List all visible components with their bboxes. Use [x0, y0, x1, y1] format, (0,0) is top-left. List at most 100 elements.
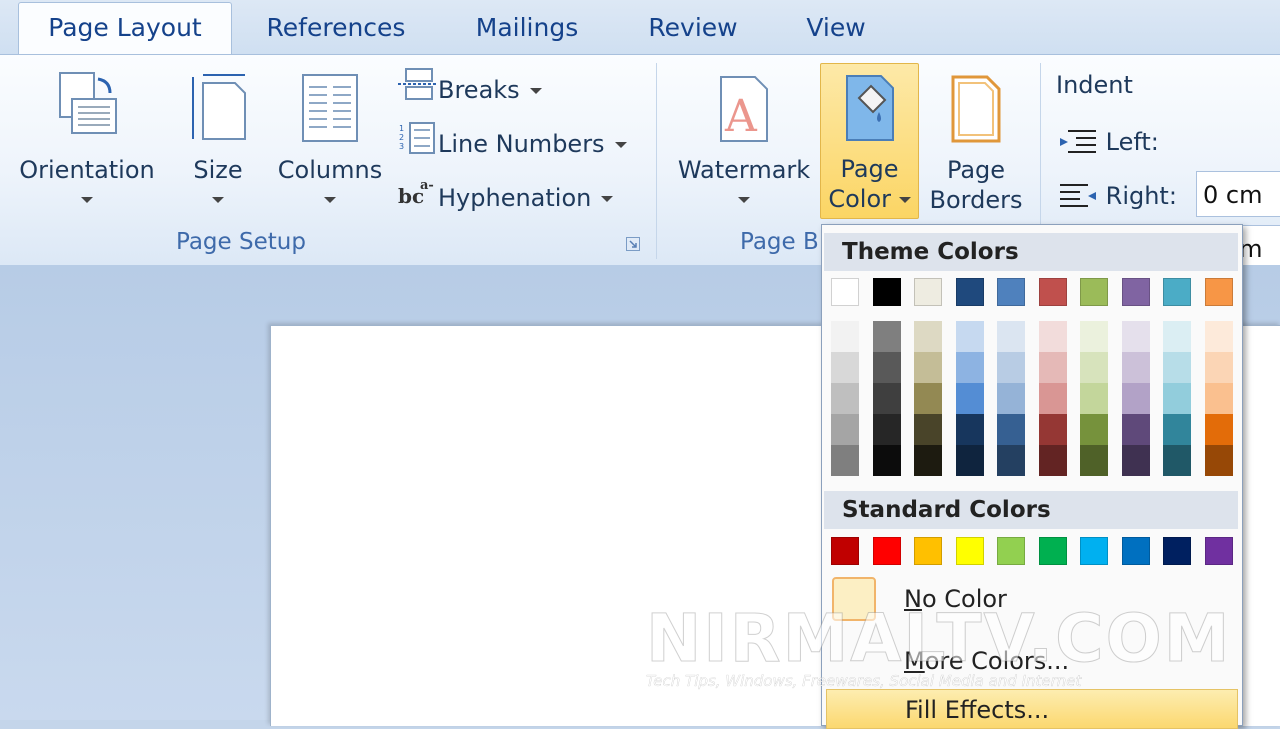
theme-shade-swatch[interactable] — [1080, 414, 1108, 445]
theme-shade-swatch[interactable] — [831, 321, 859, 352]
theme-color-swatch[interactable] — [1038, 278, 1067, 306]
indent-right-icon — [1060, 184, 1096, 207]
theme-color-swatch[interactable] — [872, 278, 901, 306]
size-button[interactable]: Size — [178, 63, 258, 213]
tab-review[interactable]: Review — [632, 8, 754, 48]
theme-shade-swatch[interactable] — [1204, 321, 1233, 352]
columns-icon — [302, 74, 358, 142]
columns-button[interactable]: Columns — [274, 63, 386, 213]
chevron-down-icon — [898, 197, 911, 203]
theme-shade-swatch[interactable] — [1163, 383, 1191, 414]
theme-shade-swatch[interactable] — [914, 383, 942, 414]
page-color-button[interactable]: Page Color — [820, 63, 919, 219]
theme-shade-swatch[interactable] — [1038, 352, 1067, 383]
standard-color-swatch[interactable] — [872, 537, 901, 565]
standard-color-swatch[interactable] — [1163, 537, 1191, 565]
theme-shade-swatch[interactable] — [955, 414, 984, 445]
theme-color-swatch[interactable] — [1204, 278, 1233, 306]
theme-shade-swatch[interactable] — [1121, 383, 1150, 414]
theme-shade-swatch[interactable] — [1080, 321, 1108, 352]
standard-color-swatch[interactable] — [955, 537, 984, 565]
theme-shade-swatch[interactable] — [1080, 445, 1108, 476]
theme-shade-swatch[interactable] — [997, 352, 1025, 383]
tab-references[interactable]: References — [250, 8, 422, 48]
theme-shade-swatch[interactable] — [1080, 352, 1108, 383]
theme-shade-swatch[interactable] — [914, 352, 942, 383]
theme-color-swatch[interactable] — [1080, 278, 1108, 306]
theme-shade-swatch[interactable] — [914, 414, 942, 445]
theme-shade-swatch[interactable] — [997, 414, 1025, 445]
theme-shade-swatch[interactable] — [872, 352, 901, 383]
theme-shade-swatch[interactable] — [831, 445, 859, 476]
standard-color-swatch[interactable] — [1121, 537, 1150, 565]
theme-color-swatch[interactable] — [914, 278, 942, 306]
theme-shade-swatch[interactable] — [1038, 383, 1067, 414]
theme-shade-swatch[interactable] — [1204, 383, 1233, 414]
theme-color-swatch[interactable] — [997, 278, 1025, 306]
theme-color-swatch[interactable] — [955, 278, 984, 306]
theme-shade-swatch[interactable] — [955, 445, 984, 476]
orientation-label: Orientation — [19, 156, 155, 184]
theme-shade-swatch[interactable] — [1163, 414, 1191, 445]
theme-shade-swatch[interactable] — [1121, 414, 1150, 445]
page-color-label-line2: Color — [828, 185, 892, 213]
theme-color-swatch[interactable] — [831, 278, 859, 306]
theme-shade-swatch[interactable] — [1204, 414, 1233, 445]
theme-shade-swatch[interactable] — [997, 321, 1025, 352]
no-color-item[interactable]: No Color — [828, 575, 1234, 627]
theme-shade-swatch[interactable] — [955, 352, 984, 383]
theme-shade-swatch[interactable] — [831, 352, 859, 383]
fill-effects-item[interactable]: Fill Effects... — [826, 689, 1238, 729]
theme-shade-swatch[interactable] — [914, 321, 942, 352]
indent-left-input[interactable]: 0 cm — [1196, 171, 1280, 217]
watermark-button[interactable]: A Watermark — [672, 63, 816, 213]
theme-shade-swatch[interactable] — [1080, 383, 1108, 414]
theme-shade-swatch[interactable] — [1121, 321, 1150, 352]
theme-shade-swatch[interactable] — [914, 445, 942, 476]
theme-shade-swatch[interactable] — [1163, 321, 1191, 352]
line-numbers-label: Line Numbers — [438, 130, 605, 158]
standard-color-swatch[interactable] — [1080, 537, 1108, 565]
theme-shade-swatch[interactable] — [955, 383, 984, 414]
tab-view[interactable]: View — [790, 8, 882, 48]
theme-shade-swatch[interactable] — [872, 383, 901, 414]
theme-shade-swatch[interactable] — [1204, 445, 1233, 476]
indent-left-label: Left: — [1105, 128, 1159, 156]
theme-shade-swatch[interactable] — [997, 445, 1025, 476]
dialog-launcher-icon[interactable] — [626, 237, 640, 251]
theme-shade-swatch[interactable] — [831, 414, 859, 445]
theme-color-swatch[interactable] — [1121, 278, 1150, 306]
line-numbers-button[interactable]: 123 Line Numbers — [398, 121, 627, 165]
standard-color-swatch[interactable] — [831, 537, 859, 565]
theme-shade-swatch[interactable] — [1121, 445, 1150, 476]
tab-page-layout[interactable]: Page Layout — [18, 2, 232, 55]
hyphenation-button[interactable]: bc a- Hyphenation — [398, 175, 614, 219]
standard-color-swatch[interactable] — [914, 537, 942, 565]
theme-shade-swatch[interactable] — [997, 383, 1025, 414]
theme-shade-swatch[interactable] — [955, 321, 984, 352]
theme-color-swatch[interactable] — [1163, 278, 1191, 306]
theme-shade-swatch[interactable] — [872, 414, 901, 445]
more-colors-item[interactable]: More Colors... — [904, 647, 1069, 675]
orientation-button[interactable]: Orientation — [10, 63, 164, 213]
theme-shade-swatch[interactable] — [1163, 445, 1191, 476]
standard-color-swatch[interactable] — [1204, 537, 1233, 565]
theme-shade-swatch[interactable] — [872, 321, 901, 352]
indent-left-icon — [1060, 130, 1096, 153]
tab-mailings[interactable]: Mailings — [456, 8, 598, 48]
theme-shade-swatch[interactable] — [1038, 445, 1067, 476]
group-separator — [656, 63, 657, 259]
theme-shade-swatch[interactable] — [872, 445, 901, 476]
theme-shade-swatch[interactable] — [1038, 321, 1067, 352]
breaks-button[interactable]: Breaks — [398, 67, 542, 111]
indent-right-label: Right: — [1105, 182, 1177, 210]
theme-shade-swatch[interactable] — [831, 383, 859, 414]
chevron-down-icon — [324, 197, 336, 203]
standard-color-swatch[interactable] — [1038, 537, 1067, 565]
standard-color-swatch[interactable] — [997, 537, 1025, 565]
theme-shade-swatch[interactable] — [1204, 352, 1233, 383]
page-borders-button[interactable]: Page Borders — [924, 63, 1028, 215]
theme-shade-swatch[interactable] — [1121, 352, 1150, 383]
theme-shade-swatch[interactable] — [1038, 414, 1067, 445]
theme-shade-swatch[interactable] — [1163, 352, 1191, 383]
